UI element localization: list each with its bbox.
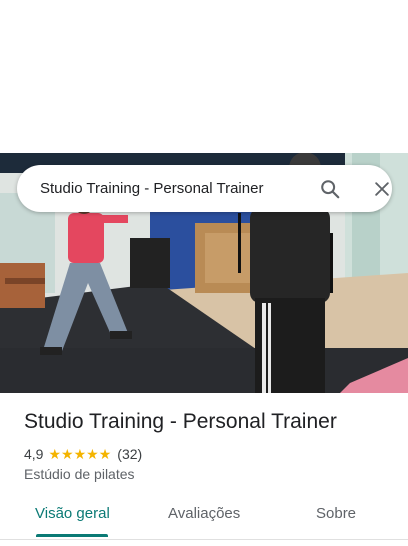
tab-overview[interactable]: Visão geral — [35, 497, 110, 537]
review-count[interactable]: (32) — [117, 446, 142, 462]
search-bar[interactable]: Studio Training - Personal Trainer — [17, 165, 392, 212]
star-icon: ★ — [48, 446, 62, 462]
tab-bar: Visão geral Avaliações Sobre — [0, 497, 408, 537]
search-button[interactable] — [317, 176, 343, 202]
search-query[interactable]: Studio Training - Personal Trainer — [40, 165, 263, 212]
close-icon — [375, 182, 389, 196]
star-icon: ★ — [61, 446, 74, 462]
tabs-divider — [0, 539, 408, 540]
tab-reviews[interactable]: Avaliações — [168, 497, 240, 537]
place-title: Studio Training - Personal Trainer — [24, 410, 337, 433]
star-icon: ★ — [86, 446, 99, 462]
rating-row[interactable]: 4,9 ★ ★ ★ ★ ★ (32) — [24, 445, 142, 463]
search-icon — [321, 180, 340, 199]
blank-header-area — [0, 0, 408, 153]
star-rating: ★ ★ ★ ★ ★ — [48, 447, 111, 461]
star-icon: ★ — [98, 446, 112, 462]
active-tab-indicator — [36, 534, 108, 537]
star-icon: ★ — [73, 446, 87, 462]
tab-about[interactable]: Sobre — [316, 497, 356, 537]
place-category[interactable]: Estúdio de pilates — [24, 466, 135, 482]
clear-search-button[interactable] — [369, 176, 395, 202]
rating-value: 4,9 — [24, 446, 44, 462]
